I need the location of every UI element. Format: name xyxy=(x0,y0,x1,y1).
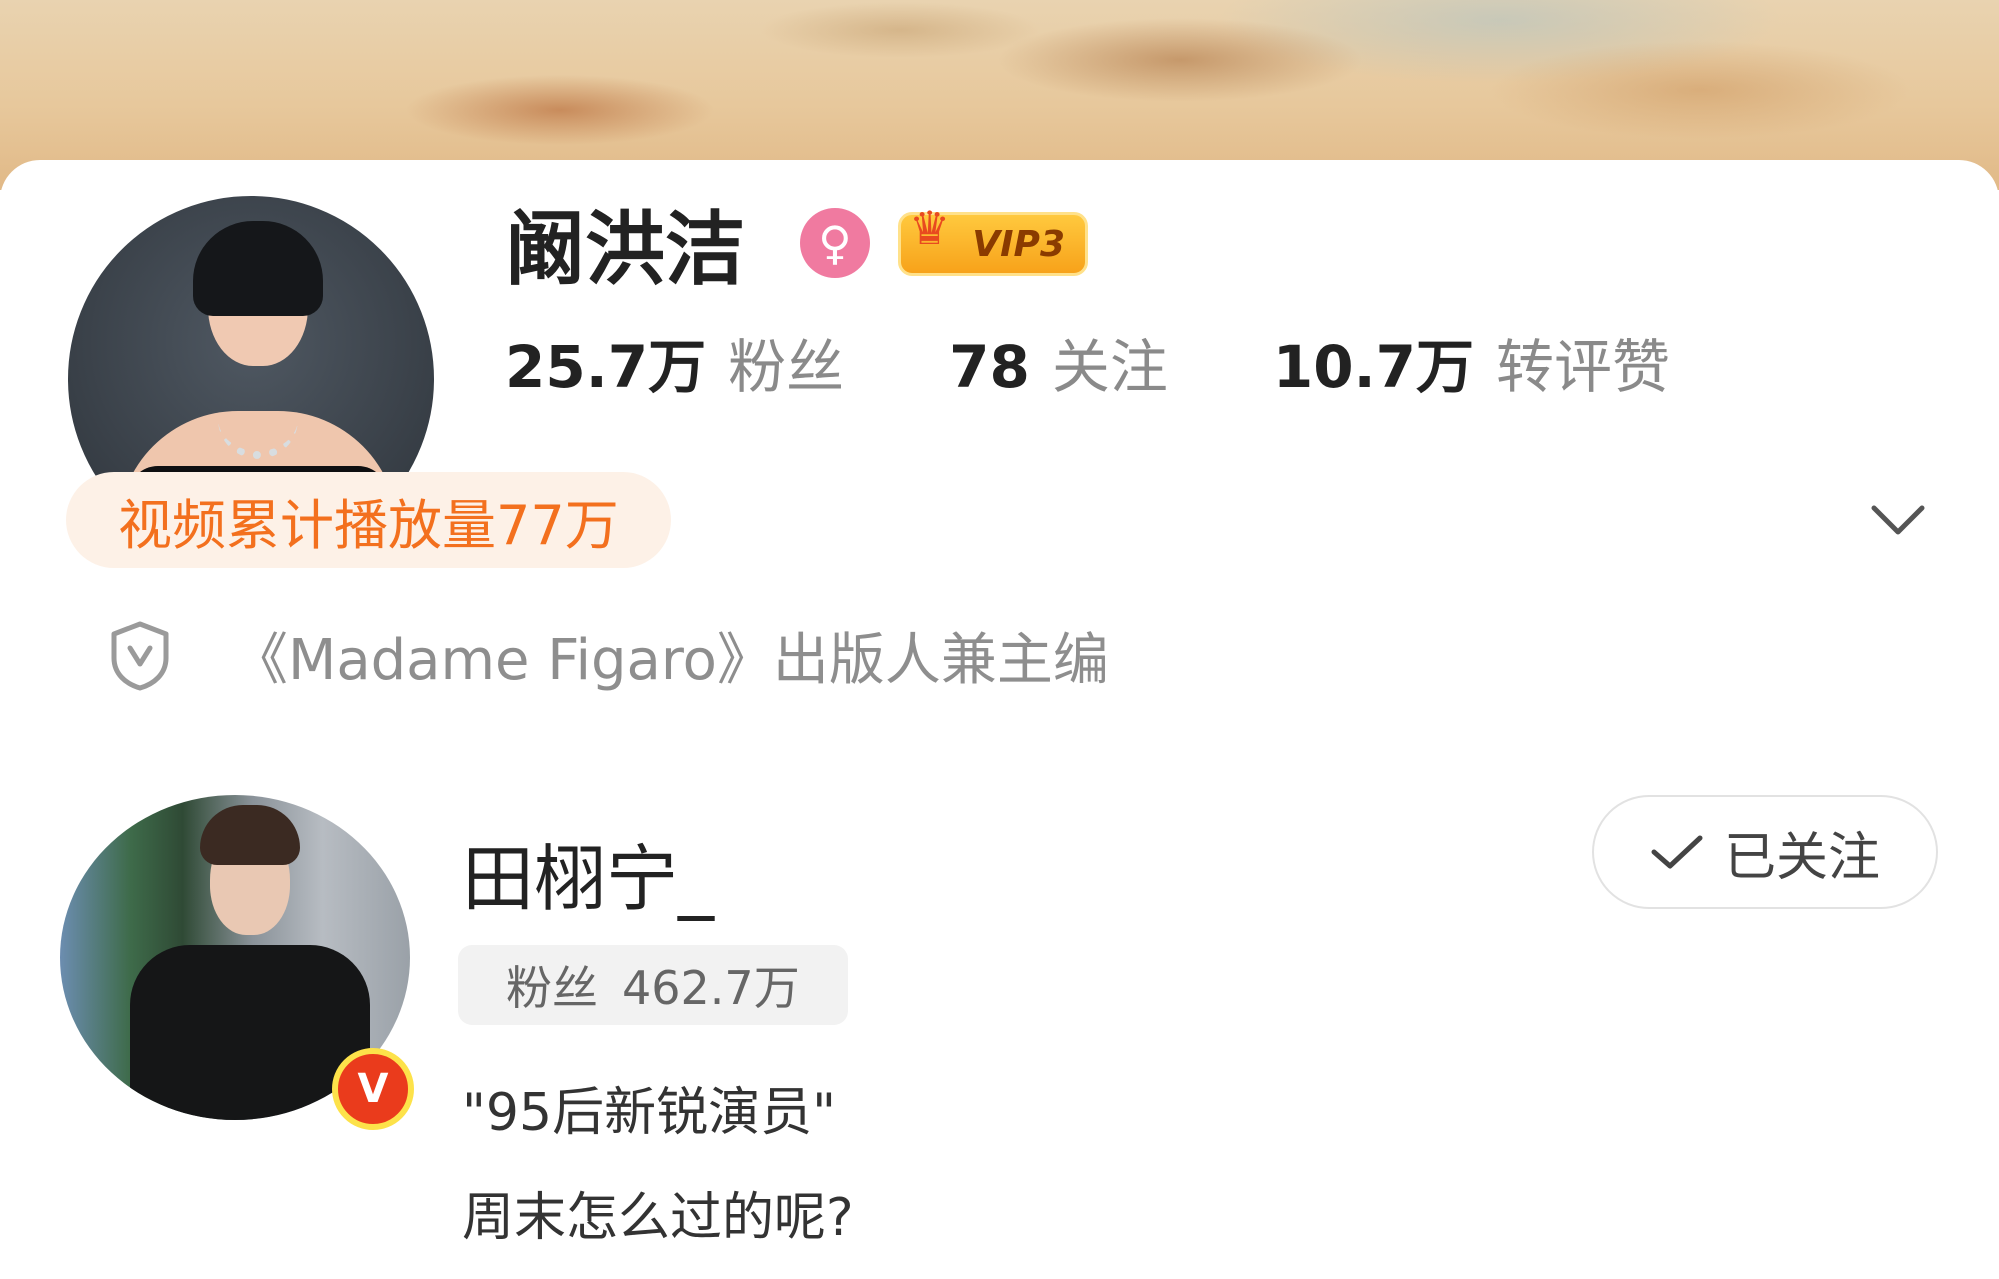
recommended-tag: "95后新锐演员" xyxy=(462,1083,837,1143)
profile-stats: 25.7万 粉丝 78 关注 10.7万 转评赞 xyxy=(505,320,1775,404)
verified-badge-icon: V xyxy=(332,1048,414,1130)
video-plays-pill[interactable]: 视频累计播放量77万 xyxy=(66,472,671,568)
follow-status-label: 已关注 xyxy=(1723,827,1880,888)
certification-text: 《Madame Figaro》出版人兼主编 xyxy=(232,628,1109,693)
stat-value: 25.7万 xyxy=(505,333,707,401)
crown-icon: ♛ xyxy=(909,201,951,255)
shield-v-icon xyxy=(111,621,169,690)
fans-label: 粉丝 xyxy=(506,961,598,1015)
stat-value: 78 xyxy=(949,333,1030,401)
stat-following[interactable]: 78 关注 xyxy=(949,320,1168,404)
stat-label: 关注 xyxy=(1051,333,1168,401)
female-icon: ♀ xyxy=(800,208,870,278)
recommended-name[interactable]: 田栩宁_ xyxy=(462,820,714,925)
verified-letter: V xyxy=(357,1066,389,1112)
followed-button[interactable]: 已关注 xyxy=(1592,795,1938,909)
recommended-description: 周末怎么过的呢? xyxy=(462,1188,854,1248)
certification-row: 《Madame Figaro》出版人兼主编 xyxy=(108,615,1109,696)
stat-value: 10.7万 xyxy=(1272,333,1474,401)
vip-badge[interactable]: ♛ VIP3 xyxy=(898,201,1088,276)
video-plays-text: 视频累计播放量77万 xyxy=(118,493,619,557)
profile-name: 阚洪洁 xyxy=(505,203,745,296)
fans-count: 462.7万 xyxy=(622,961,800,1015)
profile-card: V 阚洪洁 ♀ ♛ VIP3 25.7万 粉丝 78 关注 10.7万 转评赞 … xyxy=(0,160,1999,1279)
stat-reposts-comments-likes[interactable]: 10.7万 转评赞 xyxy=(1273,320,1670,404)
recommended-fans-chip: 粉丝 462.7万 xyxy=(458,945,848,1025)
vip-label: VIP3 xyxy=(972,223,1065,265)
check-icon xyxy=(1651,835,1703,869)
stat-label: 转评赞 xyxy=(1495,333,1670,401)
stat-label: 粉丝 xyxy=(728,333,845,401)
stat-fans[interactable]: 25.7万 粉丝 xyxy=(505,320,844,404)
chevron-down-icon[interactable] xyxy=(1868,490,1928,550)
